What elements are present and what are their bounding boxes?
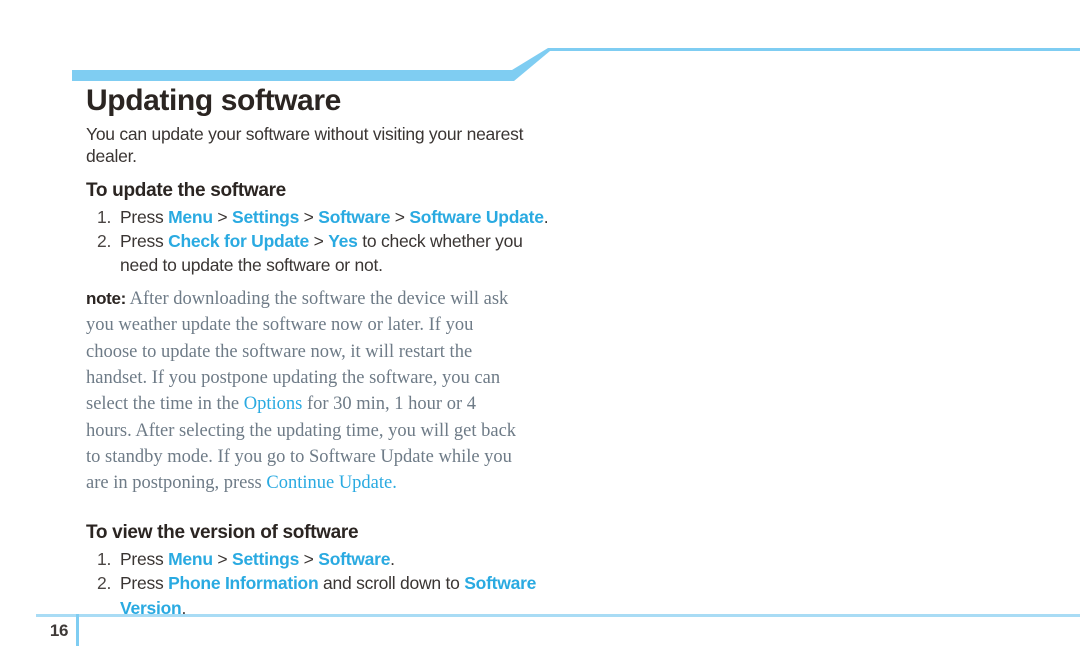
step-text: Press Check for Update > Yes to check wh… <box>120 230 523 276</box>
step-number: 1. <box>97 549 112 570</box>
section-heading-update: To update the software <box>86 179 286 201</box>
step-text: Press Menu > Settings > Software. <box>120 549 395 570</box>
step-number: 2. <box>97 573 112 594</box>
list-item: 1. Press Menu > Settings > Software. <box>86 547 556 571</box>
list-item: 1. Press Menu > Settings > Software > So… <box>86 205 556 229</box>
steps-list-update: 1. Press Menu > Settings > Software > So… <box>86 205 556 277</box>
page-content: Updating software You can update your so… <box>86 86 556 624</box>
step-number: 1. <box>97 206 112 227</box>
note-paragraph: note: After downloading the software the… <box>86 286 526 496</box>
step-text: Press Menu > Settings > Software > Softw… <box>120 206 549 227</box>
step-text: Press Phone Information and scroll down … <box>120 573 537 618</box>
page-number: 16 <box>49 621 69 640</box>
footer-tick-divider <box>76 614 79 646</box>
list-item: 2. Press Check for Update > Yes to check… <box>86 229 556 277</box>
note-label: note: <box>86 289 127 309</box>
steps-list-version: 1. Press Menu > Settings > Software. 2. … <box>86 547 556 619</box>
list-item: 2. Press Phone Information and scroll do… <box>86 571 556 619</box>
intro-paragraph: You can update your software without vis… <box>86 124 524 167</box>
footer-rule <box>36 614 1080 617</box>
page-title: Updating software <box>86 84 341 117</box>
section-heading-version: To view the version of software <box>86 522 359 544</box>
manual-page: Updating software You can update your so… <box>0 0 1080 670</box>
note-text: After downloading the software the devic… <box>86 289 517 494</box>
header-thick-band <box>72 48 1080 81</box>
step-number: 2. <box>97 230 112 251</box>
